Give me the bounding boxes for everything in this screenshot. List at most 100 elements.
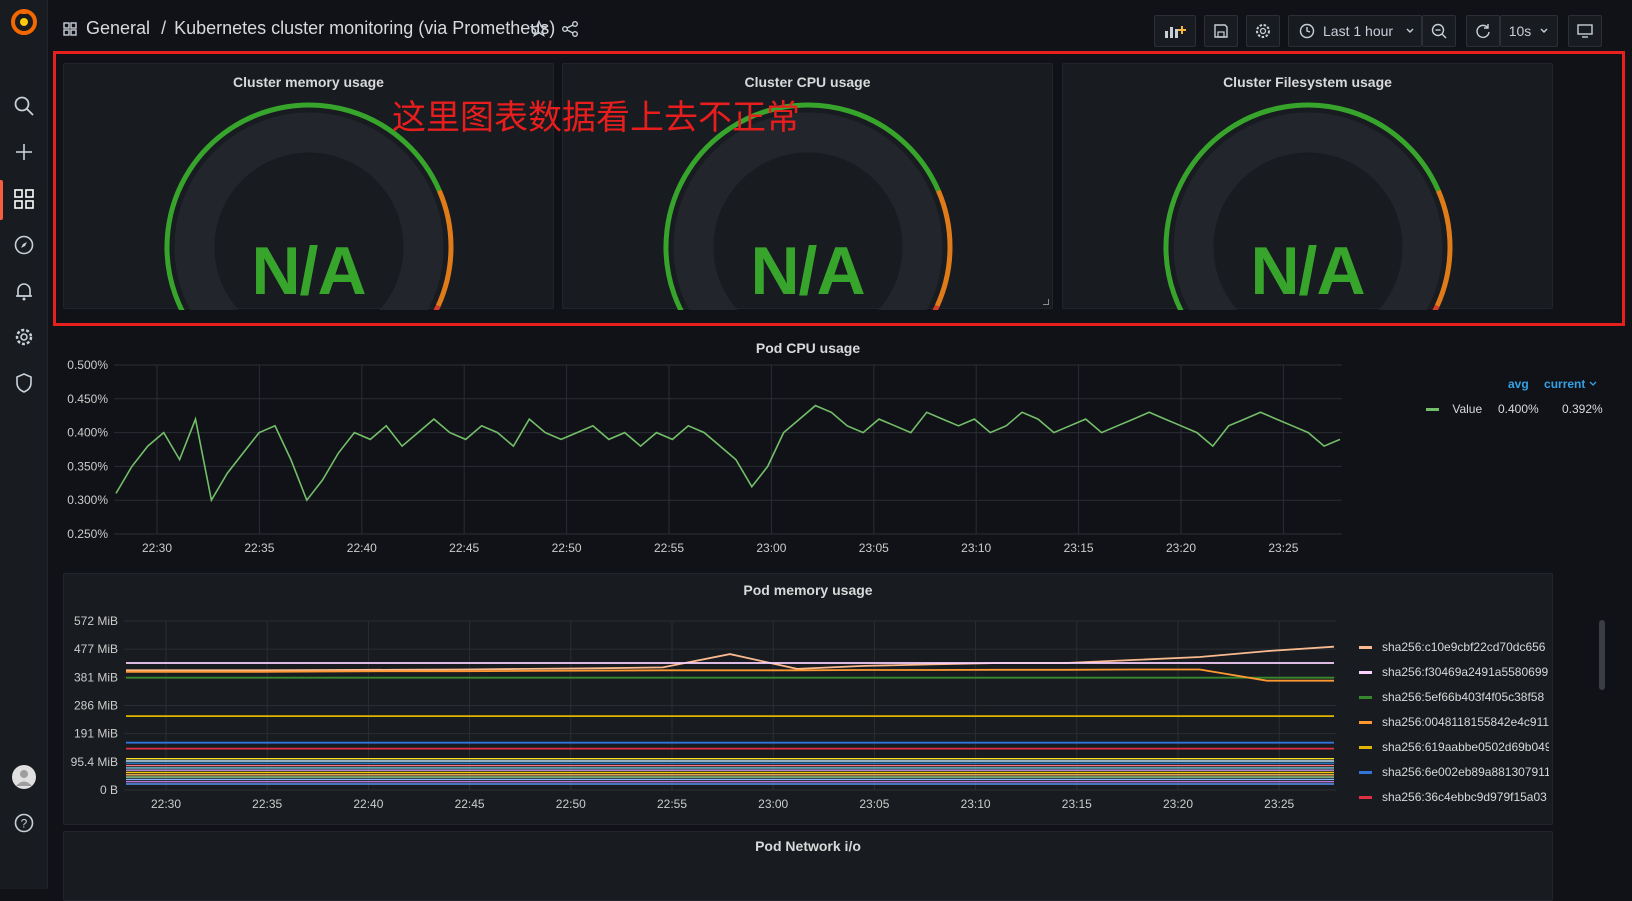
legend-name: sha256:36c4ebbc9d979f15a03 [1382,790,1547,804]
breadcrumb-folder[interactable]: General [86,18,150,38]
gear-icon[interactable] [0,319,47,355]
legend-swatch [1426,408,1439,412]
x-tick-label: 22:40 [347,541,377,555]
panel-title: Pod Network i/o [755,838,861,854]
legend-item[interactable]: sha256:0048118155842e4c911 [1359,715,1549,729]
breadcrumb: General / Kubernetes cluster monitoring … [86,18,555,39]
legend-scrollbar[interactable] [1599,620,1605,690]
refresh-interval-label: 10s [1508,23,1532,39]
share-icon[interactable] [561,20,579,43]
star-icon[interactable] [529,19,549,43]
gauge-value: N/A [750,233,865,309]
chevron-down-icon [1406,28,1414,33]
x-tick-label: 23:25 [1268,541,1298,555]
x-tick-label: 23:10 [961,797,991,811]
time-range-picker[interactable]: Last 1 hour [1288,15,1422,47]
legend-swatch [1359,721,1372,725]
x-tick-label: 22:30 [151,797,181,811]
legend-name: sha256:5ef66b403f4f05c38f58 [1382,690,1545,704]
series-line [126,668,1334,682]
cpu-chart[interactable]: 0.500% 0.450% 0.400% 0.350% 0.300% 0.250% 22:3… [63,318,1553,573]
legend-header: avg current [1508,377,1597,391]
settings-button[interactable] [1246,15,1280,47]
legend-swatch [1359,796,1372,800]
y-tick-label: 0.450% [67,392,108,406]
tv-mode-button[interactable] [1568,15,1602,47]
gauge-value: N/A [251,233,366,309]
x-tick-label: 22:50 [552,541,582,555]
x-tick-label: 22:55 [654,541,684,555]
legend-name: sha256:6e002eb89a881307911 [1382,765,1549,779]
alerting-bell-icon[interactable] [0,273,47,309]
x-tick-label: 22:55 [657,797,687,811]
plus-icon[interactable] [0,134,47,170]
x-tick-label: 23:15 [1062,797,1092,811]
chevron-down-icon [1589,381,1597,386]
series-line [126,645,1335,672]
y-tick-label: 0.250% [67,527,108,541]
x-tick-label: 22:50 [556,797,586,811]
refresh-interval-picker[interactable]: 10s [1500,15,1558,47]
network-io-panel[interactable]: Pod Network i/o [63,831,1553,901]
legend-name: sha256:f30469a2491a5580699 [1382,665,1549,679]
memory-chart[interactable]: 572 MiB 477 MiB 381 MiB 286 MiB 191 MiB 95.4 … [64,574,1554,826]
x-tick-label: 23:25 [1264,797,1294,811]
legend-name: sha256:0048118155842e4c911 [1382,715,1549,729]
x-tick-label: 23:15 [1064,541,1094,555]
gauge-value: N/A [1250,233,1365,309]
add-panel-icon [1165,26,1186,38]
legend-item[interactable]: sha256:5ef66b403f4f05c38f58 [1359,690,1544,704]
clock-icon [1299,23,1315,39]
x-tick-label: 22:30 [142,541,172,555]
gauge-panel-filesystem[interactable]: Cluster Filesystem usage N/A [1062,63,1553,310]
x-tick-label: 22:40 [353,797,383,811]
shield-icon[interactable] [0,365,47,401]
legend-swatch [1359,746,1372,750]
legend-item[interactable]: sha256:c10e9cbf22cd70dc656 [1359,640,1545,654]
avatar[interactable] [0,759,47,795]
legend-header-current[interactable]: current [1544,377,1585,391]
x-tick-label: 23:00 [758,797,788,811]
x-tick-label: 22:35 [244,541,274,555]
zoom-out-button[interactable] [1422,15,1456,47]
y-tick-label: 95.4 MiB [71,755,118,769]
memory-usage-panel[interactable]: Pod memory usage 572 MiB 477 MiB 381 MiB 28… [63,573,1605,826]
legend-swatch [1359,696,1372,700]
memory-legend: sha256:c10e9cbf22cd70dc656 sha256:f30469… [1359,640,1549,818]
y-tick-label: 0.500% [67,358,108,372]
legend-name: sha256:619aabbe0502d69b049 [1382,740,1549,754]
explore-compass-icon[interactable] [0,227,47,263]
y-tick-label: 286 MiB [74,699,118,713]
refresh-button[interactable] [1466,15,1500,47]
x-tick-label: 23:20 [1166,541,1196,555]
svg-text:?: ? [20,817,27,831]
grafana-logo-icon[interactable] [0,4,47,40]
resize-handle[interactable] [1043,299,1049,305]
legend-swatch [1359,671,1372,675]
x-tick-label: 23:10 [961,541,991,555]
legend-item[interactable]: sha256:f30469a2491a5580699 [1359,665,1548,679]
legend-swatch [1359,771,1372,775]
x-tick-label: 23:05 [859,541,889,555]
y-tick-label: 477 MiB [74,642,118,656]
legend-item[interactable]: sha256:619aabbe0502d69b049 [1359,740,1549,754]
breadcrumb-separator: / [161,18,167,38]
save-button[interactable] [1204,15,1238,47]
dashboard-title[interactable]: Kubernetes cluster monitoring (via Prome… [174,18,555,38]
y-tick-label: 191 MiB [74,727,118,741]
legend-item[interactable]: sha256:6e002eb89a881307911 [1359,765,1549,779]
legend-item[interactable]: sha256:36c4ebbc9d979f15a03 [1359,790,1547,804]
legend-header-avg[interactable]: avg [1508,377,1529,391]
legend-item[interactable]: Value 0.400% 0.392% [1426,402,1603,416]
cpu-usage-panel[interactable]: Pod CPU usage 0.500% 0.450% 0.400% 0.350% 0.… [63,318,1603,573]
y-tick-label: 0.400% [67,426,108,440]
y-tick-label: 381 MiB [74,670,118,684]
search-icon[interactable] [0,88,47,124]
help-icon[interactable]: ? [0,805,47,841]
x-tick-label: 22:45 [449,541,479,555]
legend-current: 0.392% [1562,402,1603,416]
y-tick-label: 0.300% [67,493,108,507]
dashboards-icon[interactable] [0,181,47,217]
save-icon [1214,24,1228,38]
add-panel-button[interactable] [1154,15,1196,47]
